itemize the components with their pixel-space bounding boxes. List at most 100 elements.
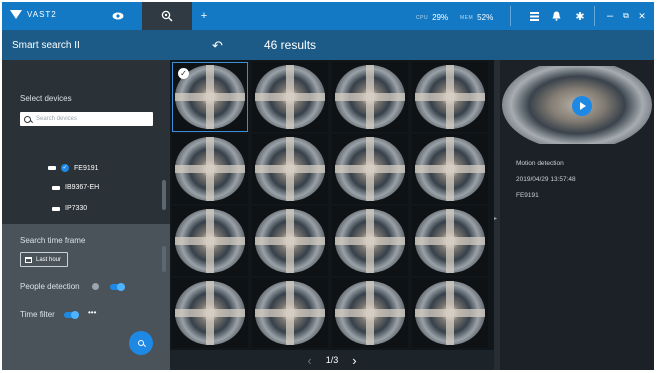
gear-icon: ✱ (575, 10, 585, 23)
fisheye-snapshot (335, 281, 405, 345)
people-detection-toggle[interactable] (110, 283, 125, 291)
device-item-ib9367-eh[interactable]: IB9367-EH (52, 184, 99, 191)
video-preview[interactable] (500, 66, 654, 144)
filter-panel: Select devices Search devices ✓ FE9191 I… (2, 60, 170, 370)
settings-button[interactable]: ✱ (572, 8, 588, 24)
restore-button[interactable]: ⧉ (618, 8, 634, 24)
vast2-logo: VAST2 (10, 10, 57, 19)
cpu-label: CPU (416, 14, 429, 21)
time-frame-button[interactable]: Last hour (20, 252, 68, 267)
fisheye-snapshot (415, 281, 485, 345)
top-bar: VAST2 + CPU 29% MEM 52% ✱ – ⧉ ✕ (2, 2, 654, 30)
device-item-fe9191[interactable]: ✓ FE9191 (48, 164, 99, 172)
device-search-input[interactable]: Search devices (20, 112, 153, 126)
smart-search-tab-button[interactable] (159, 8, 175, 24)
result-thumbnail[interactable] (332, 62, 408, 132)
memory-value: 52% (477, 13, 494, 22)
eye-icon (112, 12, 124, 20)
result-thumbnail[interactable] (332, 278, 408, 348)
toolbar-divider (510, 6, 511, 26)
search-time-frame-label: Search time frame (20, 236, 86, 245)
device-search-placeholder: Search devices (36, 116, 78, 122)
close-button[interactable]: ✕ (634, 8, 650, 24)
result-thumbnail[interactable] (412, 134, 488, 204)
run-search-button[interactable] (129, 331, 153, 355)
device-name: IB9367-EH (65, 184, 100, 191)
notifications-button[interactable] (548, 8, 564, 24)
result-thumbnail[interactable] (172, 206, 248, 276)
header-bar: Smart search II ↶ 46 results (2, 30, 654, 60)
device-item-ip7330[interactable]: IP7330 (52, 205, 87, 212)
info-icon[interactable] (92, 283, 99, 290)
collapse-arrow-icon[interactable]: ▸ (494, 215, 497, 222)
fisheye-snapshot (175, 281, 245, 345)
next-page-button[interactable]: › (352, 353, 356, 368)
fisheye-snapshot (415, 137, 485, 201)
result-thumbnail[interactable]: ✓ (172, 62, 248, 132)
previous-page-button[interactable]: ‹ (307, 353, 311, 368)
fisheye-snapshot (255, 281, 325, 345)
filter-scrollbar[interactable] (162, 246, 166, 272)
camera-icon (52, 185, 60, 190)
result-thumbnail[interactable] (412, 206, 488, 276)
fisheye-snapshot (335, 137, 405, 201)
result-thumbnail[interactable] (252, 206, 328, 276)
play-icon (580, 102, 586, 110)
chevron-left-icon: ‹ (307, 352, 312, 368)
event-timestamp: 2019/04/29 13:57:48 (516, 176, 576, 183)
brand-name: VAST2 (27, 10, 57, 19)
fisheye-snapshot (255, 209, 325, 273)
result-thumbnail[interactable] (252, 134, 328, 204)
page-title: Smart search II (12, 40, 80, 51)
bell-icon (552, 11, 560, 21)
calendar-icon (25, 256, 32, 263)
people-detection-label: People detection (20, 282, 80, 291)
selected-check-icon: ✓ (178, 68, 189, 79)
result-thumbnail[interactable] (252, 278, 328, 348)
logo-mark-icon (10, 10, 22, 19)
results-count: 46 results (264, 38, 317, 52)
back-button[interactable]: ↶ (212, 38, 223, 54)
device-name: FE9191 (74, 164, 99, 172)
time-filter-toggle[interactable] (64, 311, 79, 319)
event-device: FE9191 (516, 192, 539, 199)
restore-icon: ⧉ (623, 11, 629, 20)
search-icon (138, 340, 144, 346)
memory-usage: MEM 52% (460, 13, 493, 22)
select-devices-label: Select devices (20, 94, 72, 103)
tab-smart-search[interactable] (142, 2, 192, 30)
fisheye-snapshot (335, 209, 405, 273)
close-icon: ✕ (638, 10, 646, 21)
layout-button[interactable] (526, 8, 542, 24)
app-window: VAST2 + CPU 29% MEM 52% ✱ – ⧉ ✕ Smart se… (2, 2, 654, 370)
checkbox-checked-icon[interactable]: ✓ (61, 164, 69, 172)
fisheye-snapshot (175, 209, 245, 273)
device-name: IP7330 (65, 205, 88, 212)
device-list-scrollbar[interactable] (162, 180, 166, 210)
camera-icon (48, 166, 56, 170)
page-indicator: 1/3 (325, 355, 339, 365)
pagination: ‹ 1/3 › (170, 350, 494, 370)
result-thumbnail[interactable] (412, 62, 488, 132)
tab-liveview[interactable] (110, 8, 126, 24)
toolbar-divider-2 (594, 6, 595, 26)
minimize-button[interactable]: – (602, 8, 618, 24)
undo-arrow-icon: ↶ (212, 38, 223, 53)
result-thumbnail[interactable] (172, 278, 248, 348)
play-button[interactable] (572, 96, 592, 116)
more-options-icon[interactable]: ••• (88, 308, 96, 317)
fisheye-snapshot (415, 65, 485, 129)
results-grid: ✓ (170, 60, 494, 350)
minimize-icon: – (606, 10, 614, 22)
result-thumbnail[interactable] (332, 206, 408, 276)
add-tab-button[interactable]: + (196, 8, 212, 24)
result-thumbnail[interactable] (412, 278, 488, 348)
fisheye-snapshot (255, 65, 325, 129)
detail-panel: Motion detection 2019/04/29 13:57:48 FE9… (500, 60, 654, 370)
result-thumbnail[interactable] (332, 134, 408, 204)
result-thumbnail[interactable] (252, 62, 328, 132)
cpu-usage: CPU 29% (416, 13, 448, 22)
smart-search-icon (161, 10, 173, 22)
result-thumbnail[interactable] (172, 134, 248, 204)
fisheye-snapshot (255, 137, 325, 201)
